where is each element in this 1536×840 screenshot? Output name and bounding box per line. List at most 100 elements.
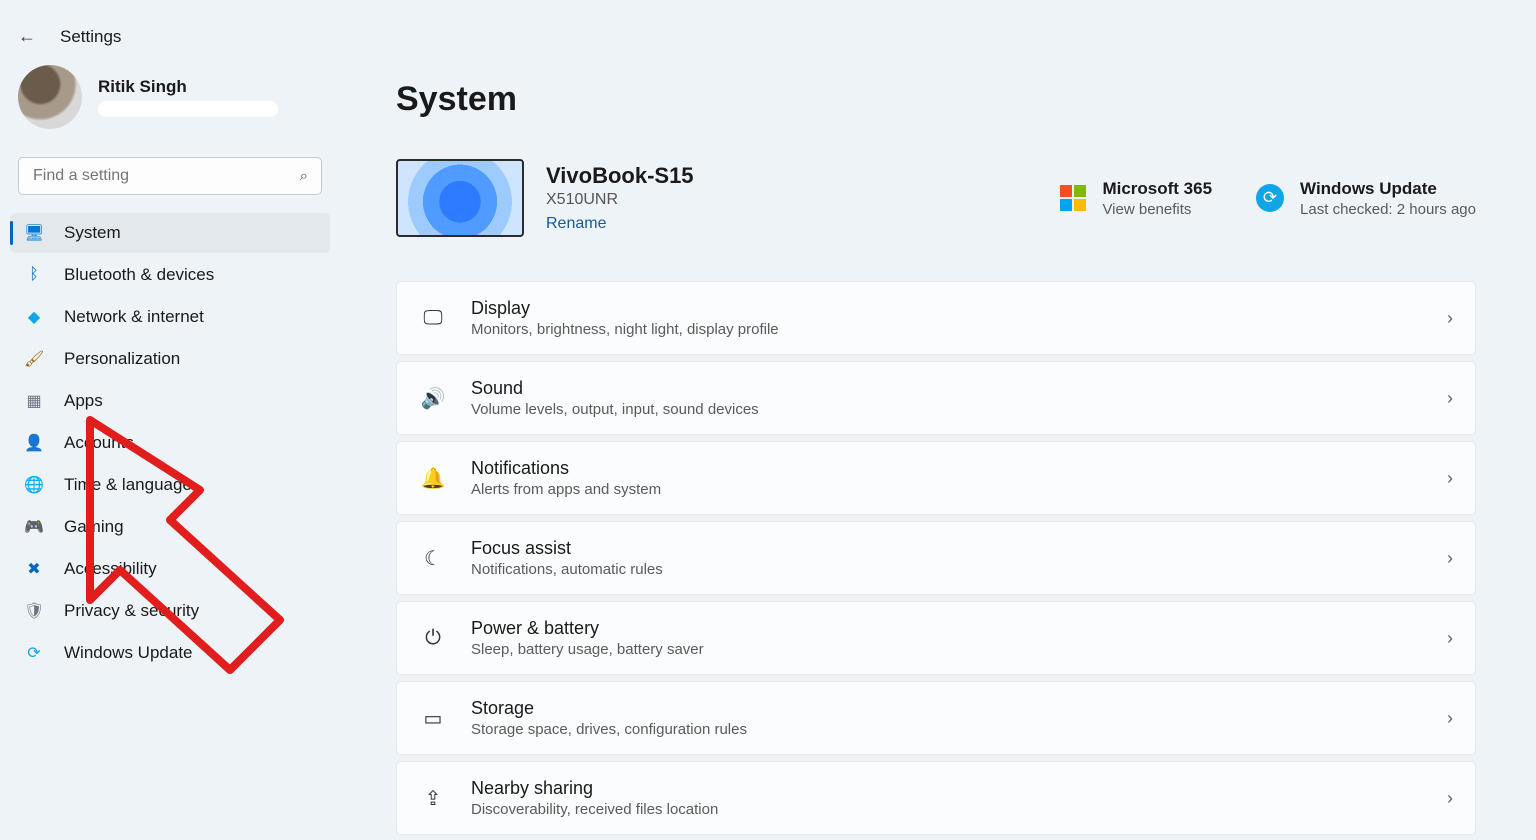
sidebar: ← Settings Ritik Singh ⌕ 🖥System ᛒ Bluetoo… bbox=[0, 0, 340, 840]
card-power-battery[interactable]: ⏻ Power & battery Sleep, battery usage, ba… bbox=[396, 601, 1476, 675]
promo-wu-sub: Last checked: 2 hours ago bbox=[1300, 201, 1476, 218]
sidebar-item-label: Gaming bbox=[64, 517, 124, 537]
chevron-right-icon: › bbox=[1447, 308, 1453, 329]
sidebar-item-label: Accounts bbox=[64, 433, 134, 453]
sidebar-item-system[interactable]: 🖥System bbox=[10, 213, 330, 253]
sidebar-item-bluetooth-devices[interactable]: ᛒ Bluetooth & devices bbox=[10, 255, 330, 295]
sidebar-item-label: Privacy & security bbox=[64, 601, 199, 621]
card-text: Notifications Alerts from apps and system bbox=[471, 458, 1423, 498]
card-text: Focus assist Notifications, automatic rul… bbox=[471, 538, 1423, 578]
page-title: System bbox=[396, 80, 1476, 119]
card-text: Nearby sharing Discoverability, received … bbox=[471, 778, 1423, 818]
sidebar-item-icon: 🛡 bbox=[24, 601, 44, 621]
card-icon: ⏻ bbox=[419, 627, 447, 650]
card-sound[interactable]: 🔊SoundVolume levels, output, input, soun… bbox=[396, 361, 1476, 435]
promo-m365-title: Microsoft 365 bbox=[1102, 179, 1212, 199]
card-nearby-sharing[interactable]: ⇪ Nearby sharing Discoverability, received… bbox=[396, 761, 1476, 835]
sidebar-item-icon: ▦ bbox=[24, 391, 44, 411]
card-focus-assist[interactable]: ☾ Focus assist Notifications, automatic ru… bbox=[396, 521, 1476, 595]
sidebar-item-label: Network & internet bbox=[64, 307, 204, 327]
sidebar-item-icon: 🌐 bbox=[24, 475, 44, 495]
card-desc: Notifications, automatic rules bbox=[471, 561, 1423, 578]
chevron-right-icon: › bbox=[1447, 548, 1453, 569]
card-storage[interactable]: ▭ Storage Storage space, drives, configura… bbox=[396, 681, 1476, 755]
sidebar-item-label: Windows Update bbox=[64, 643, 193, 663]
sidebar-header: ← Settings bbox=[10, 20, 330, 65]
card-title: Power & battery bbox=[471, 618, 1423, 639]
card-text: DisplayMonitors, brightness, night light… bbox=[471, 298, 1423, 338]
settings-cards: 🖵 DisplayMonitors, brightness, night ligh… bbox=[396, 281, 1476, 835]
sidebar-item-label: Apps bbox=[64, 391, 103, 411]
chevron-right-icon: › bbox=[1447, 708, 1453, 729]
chevron-right-icon: › bbox=[1447, 468, 1453, 489]
profile-name: Ritik Singh bbox=[98, 77, 278, 97]
sidebar-item-accounts[interactable]: 👤 Accounts bbox=[10, 423, 330, 463]
card-title: Notifications bbox=[471, 458, 1423, 479]
device-row: VivoBook-S15 X510UNR Rename Microsoft 36… bbox=[396, 159, 1476, 237]
card-icon: 🔔 bbox=[419, 466, 447, 491]
promo-m365[interactable]: Microsoft 365 View benefits bbox=[1060, 179, 1212, 218]
main-content: System VivoBook-S15 X510UNR Rename Micro… bbox=[340, 0, 1536, 840]
chevron-right-icon: › bbox=[1447, 628, 1453, 649]
card-notifications[interactable]: 🔔 Notifications Alerts from apps and syste… bbox=[396, 441, 1476, 515]
sidebar-item-label: Accessibility bbox=[64, 559, 157, 579]
search-box[interactable]: ⌕ bbox=[18, 157, 322, 195]
device-model: X510UNR bbox=[546, 191, 694, 209]
sidebar-item-icon: ᛒ bbox=[24, 266, 44, 284]
sidebar-item-label: Bluetooth & devices bbox=[64, 265, 214, 285]
search-input[interactable] bbox=[18, 157, 322, 195]
profile-block[interactable]: Ritik Singh bbox=[10, 65, 330, 157]
sidebar-item-label: Time & language bbox=[64, 475, 192, 495]
avatar bbox=[18, 65, 82, 129]
promo-m365-sub: View benefits bbox=[1102, 201, 1212, 218]
sidebar-item-accessibility[interactable]: ✖ Accessibility bbox=[10, 549, 330, 589]
sidebar-item-icon: ✖ bbox=[24, 559, 44, 579]
sidebar-item-windows-update[interactable]: ⟳ Windows Update bbox=[10, 633, 330, 673]
card-text: Sound Volume levels, output, input, sound… bbox=[471, 378, 1423, 418]
sidebar-nav: 🖥System ᛒ Bluetooth & devices ◆ Network & in… bbox=[10, 213, 330, 673]
sidebar-item-icon: 🖥 bbox=[24, 223, 44, 243]
card-display[interactable]: 🖵 DisplayMonitors, brightness, night ligh… bbox=[396, 281, 1476, 355]
windows-update-icon: ⟳ bbox=[1256, 184, 1284, 212]
sidebar-item-apps[interactable]: ▦ Apps bbox=[10, 381, 330, 421]
profile-email-redacted bbox=[98, 101, 278, 117]
device-name: VivoBook-S15 bbox=[546, 163, 694, 189]
promo-windows-update[interactable]: ⟳ Windows Update Last checked: 2 hours a… bbox=[1256, 179, 1476, 218]
card-icon: ☾ bbox=[419, 546, 447, 571]
card-desc: Alerts from apps and system bbox=[471, 481, 1423, 498]
card-title: Focus assist bbox=[471, 538, 1423, 559]
card-desc: Volume levels, output, input, sound devi… bbox=[471, 401, 1423, 418]
back-icon[interactable]: ← bbox=[18, 26, 36, 47]
card-title: Nearby sharing bbox=[471, 778, 1423, 799]
sidebar-item-network-internet[interactable]: ◆ Network & internet bbox=[10, 297, 330, 337]
sidebar-item-gaming[interactable]: 🎮 Gaming bbox=[10, 507, 330, 547]
card-icon: ⇪ bbox=[419, 786, 447, 811]
card-title: Storage bbox=[471, 698, 1423, 719]
card-icon: 🖵 bbox=[419, 307, 447, 330]
card-title: Display bbox=[471, 298, 1423, 319]
sidebar-item-icon: ⟳ bbox=[24, 643, 44, 663]
device-thumbnail bbox=[396, 159, 524, 237]
card-desc: Storage space, drives, configuration rul… bbox=[471, 721, 1423, 738]
sidebar-item-personalization[interactable]: 🖌Personalization bbox=[10, 339, 330, 379]
sidebar-item-label: Personalization bbox=[64, 349, 180, 369]
promo-row: Microsoft 365 View benefits ⟳ Windows Up… bbox=[1060, 179, 1476, 218]
chevron-right-icon: › bbox=[1447, 788, 1453, 809]
sidebar-item-icon: 👤 bbox=[24, 433, 44, 453]
search-icon: ⌕ bbox=[300, 168, 308, 185]
card-text: Storage Storage space, drives, configurat… bbox=[471, 698, 1423, 738]
sidebar-item-time-language[interactable]: 🌐 Time & language bbox=[10, 465, 330, 505]
card-icon: ▭ bbox=[419, 706, 447, 731]
card-title: Sound bbox=[471, 378, 1423, 399]
microsoft-365-icon bbox=[1060, 185, 1086, 211]
card-desc: Sleep, battery usage, battery saver bbox=[471, 641, 1423, 658]
sidebar-item-icon: ◆ bbox=[24, 307, 44, 327]
rename-link[interactable]: Rename bbox=[546, 215, 694, 233]
app-title: Settings bbox=[60, 27, 121, 47]
sidebar-item-privacy-security[interactable]: 🛡 Privacy & security bbox=[10, 591, 330, 631]
sidebar-item-icon: 🎮 bbox=[24, 517, 44, 537]
chevron-right-icon: › bbox=[1447, 388, 1453, 409]
card-desc: Discoverability, received files location bbox=[471, 801, 1423, 818]
card-text: Power & battery Sleep, battery usage, bat… bbox=[471, 618, 1423, 658]
promo-wu-title: Windows Update bbox=[1300, 179, 1476, 199]
